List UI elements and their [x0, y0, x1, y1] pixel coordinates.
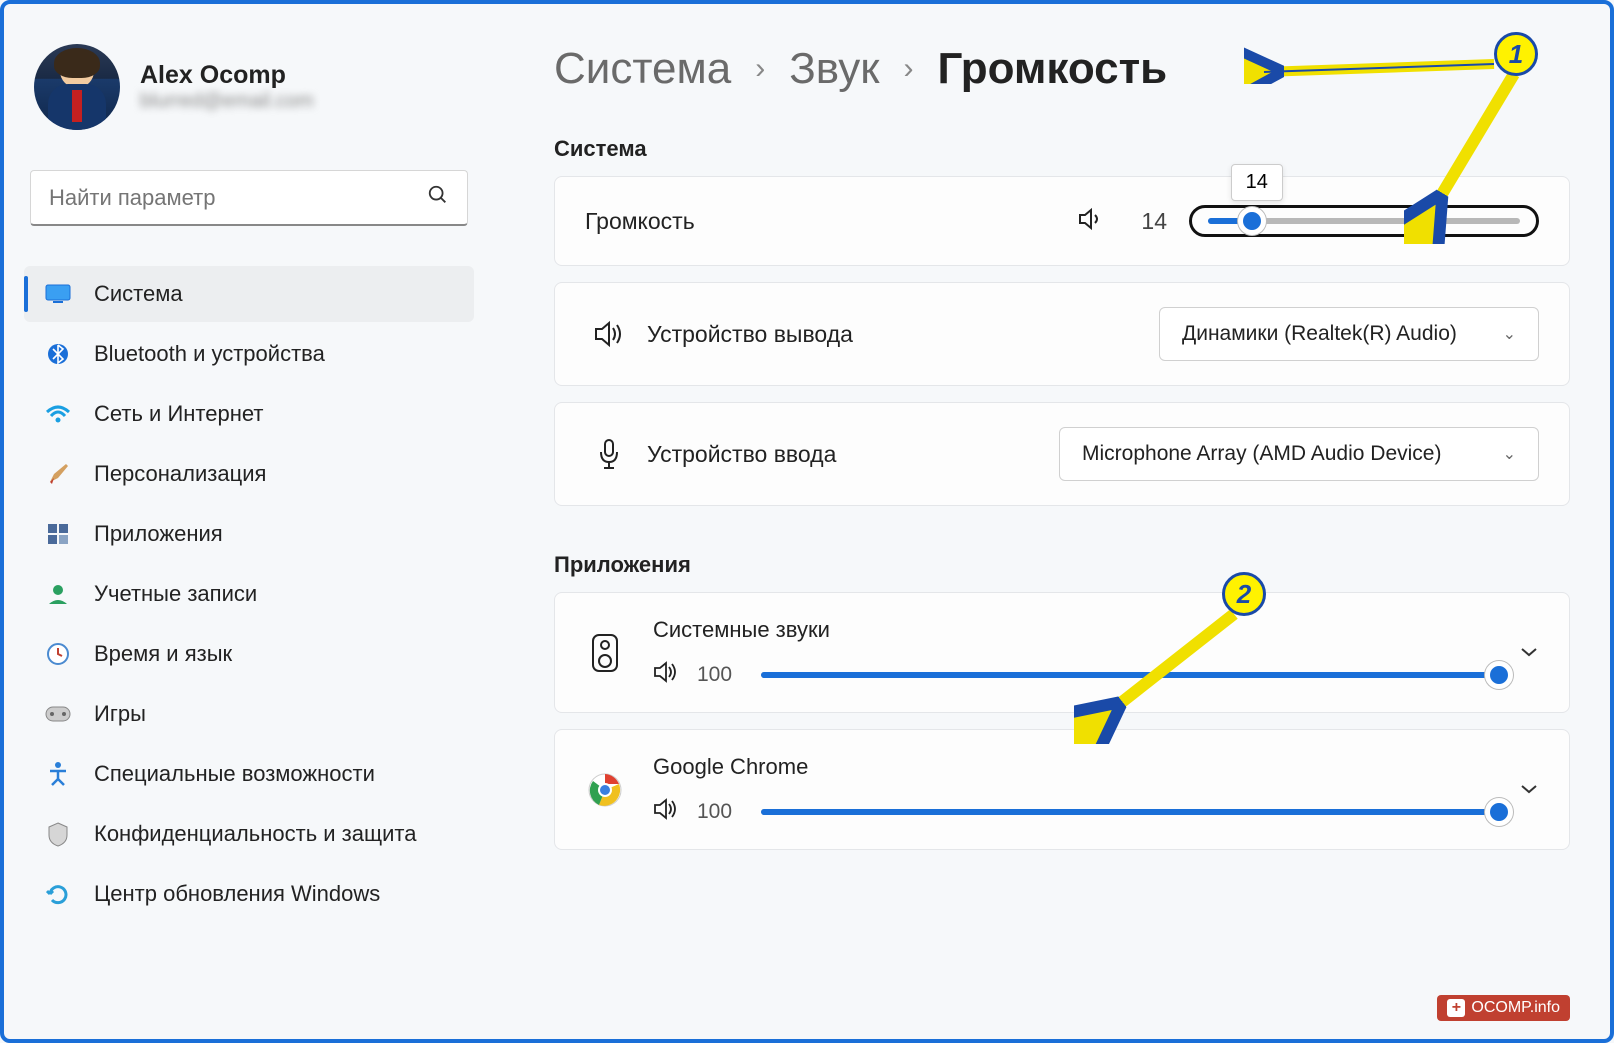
watermark: + OCOMP.info — [1437, 995, 1570, 1021]
section-title-system: Система — [554, 136, 1570, 162]
search-icon — [427, 184, 449, 212]
accessibility-icon — [44, 760, 72, 788]
monitor-icon — [44, 280, 72, 308]
input-device-value: Microphone Array (AMD Audio Device) — [1082, 442, 1441, 466]
nav-label: Конфиденциальность и защита — [94, 821, 416, 847]
app-volume-value: 100 — [697, 800, 743, 824]
brush-icon — [44, 460, 72, 488]
breadcrumb: Система › Звук › Громкость — [554, 44, 1570, 94]
nav-item-privacy[interactable]: Конфиденциальность и защита — [24, 806, 474, 862]
account-icon — [44, 580, 72, 608]
microphone-icon — [585, 438, 633, 470]
gamepad-icon — [44, 700, 72, 728]
input-label: Устройство ввода — [647, 441, 836, 468]
apps-icon — [44, 520, 72, 548]
output-device-card: Устройство вывода Динамики (Realtek(R) A… — [554, 282, 1570, 386]
section-title-apps: Приложения — [554, 552, 1570, 578]
nav-label: Сеть и Интернет — [94, 401, 263, 427]
app-name: Google Chrome — [653, 754, 1499, 780]
annotation-badge-2: 2 — [1222, 572, 1266, 616]
annotation-badge-1: 1 — [1494, 32, 1538, 76]
nav-item-bluetooth[interactable]: Bluetooth и устройства — [24, 326, 474, 382]
volume-label: Громкость — [585, 208, 695, 235]
chevron-down-icon: ⌄ — [1503, 444, 1516, 464]
nav-item-accessibility[interactable]: Специальные возможности — [24, 746, 474, 802]
main-content: Система › Звук › Громкость Система Громк… — [494, 4, 1610, 1039]
nav-label: Время и язык — [94, 641, 232, 667]
chevron-down-icon: ⌄ — [1503, 324, 1516, 344]
nav-label: Приложения — [94, 521, 223, 547]
app-volume-value: 100 — [697, 663, 743, 687]
speaker-icon — [585, 320, 633, 348]
app-volume-slider[interactable] — [761, 809, 1499, 815]
nav-item-personalization[interactable]: Персонализация — [24, 446, 474, 502]
profile-block[interactable]: Alex Ocomp blurred@email.com — [24, 44, 474, 130]
nav-item-games[interactable]: Игры — [24, 686, 474, 742]
breadcrumb-root[interactable]: Система — [554, 44, 731, 94]
breadcrumb-mid[interactable]: Звук — [789, 44, 879, 94]
input-device-dropdown[interactable]: Microphone Array (AMD Audio Device) ⌄ — [1059, 427, 1539, 481]
input-device-card: Устройство ввода Microphone Array (AMD A… — [554, 402, 1570, 506]
nav-item-update[interactable]: Центр обновления Windows — [24, 866, 474, 922]
speaker-icon[interactable] — [653, 798, 679, 825]
speaker-low-icon[interactable] — [1077, 207, 1105, 236]
system-sounds-icon — [585, 632, 625, 674]
nav-label: Персонализация — [94, 461, 266, 487]
nav-item-accounts[interactable]: Учетные записи — [24, 566, 474, 622]
volume-value: 14 — [1127, 208, 1167, 235]
search-box[interactable] — [30, 170, 468, 226]
output-device-dropdown[interactable]: Динамики (Realtek(R) Audio) ⌄ — [1159, 307, 1539, 361]
app-name: Системные звуки — [653, 617, 1499, 643]
nav-item-time-language[interactable]: Время и язык — [24, 626, 474, 682]
chrome-icon — [585, 773, 625, 807]
shield-icon — [44, 820, 72, 848]
app-volume-slider[interactable] — [761, 672, 1499, 678]
nav-label: Учетные записи — [94, 581, 257, 607]
chevron-right-icon: › — [903, 52, 913, 86]
volume-card: Громкость 14 14 — [554, 176, 1570, 266]
nav-item-network[interactable]: Сеть и Интернет — [24, 386, 474, 442]
nav-item-apps[interactable]: Приложения — [24, 506, 474, 562]
wifi-icon — [44, 400, 72, 428]
nav-label: Центр обновления Windows — [94, 881, 380, 907]
app-card-system-sounds: Системные звуки 100 — [554, 592, 1570, 713]
chevron-right-icon: › — [755, 52, 765, 86]
nav-label: Система — [94, 281, 183, 307]
avatar — [34, 44, 120, 130]
app-card-chrome: Google Chrome 100 — [554, 729, 1570, 850]
speaker-icon[interactable] — [653, 661, 679, 688]
nav-label: Специальные возможности — [94, 761, 375, 787]
nav-list: Система Bluetooth и устройства Сеть и Ин… — [24, 266, 474, 922]
output-device-value: Динамики (Realtek(R) Audio) — [1182, 322, 1457, 346]
sidebar: Alex Ocomp blurred@email.com Система B — [4, 4, 494, 1039]
nav-label: Bluetooth и устройства — [94, 341, 325, 367]
profile-email: blurred@email.com — [140, 90, 314, 113]
volume-tooltip: 14 — [1231, 164, 1283, 201]
volume-slider-highlight: 14 — [1189, 205, 1539, 237]
bluetooth-icon — [44, 340, 72, 368]
breadcrumb-current: Громкость — [937, 44, 1167, 94]
profile-name: Alex Ocomp — [140, 61, 314, 90]
volume-slider[interactable]: 14 — [1208, 218, 1520, 224]
nav-item-system[interactable]: Система — [24, 266, 474, 322]
expand-button[interactable] — [1519, 778, 1539, 801]
search-input[interactable] — [49, 185, 427, 211]
nav-label: Игры — [94, 701, 146, 727]
clock-icon — [44, 640, 72, 668]
update-icon — [44, 880, 72, 908]
output-label: Устройство вывода — [647, 321, 853, 348]
expand-button[interactable] — [1519, 641, 1539, 664]
